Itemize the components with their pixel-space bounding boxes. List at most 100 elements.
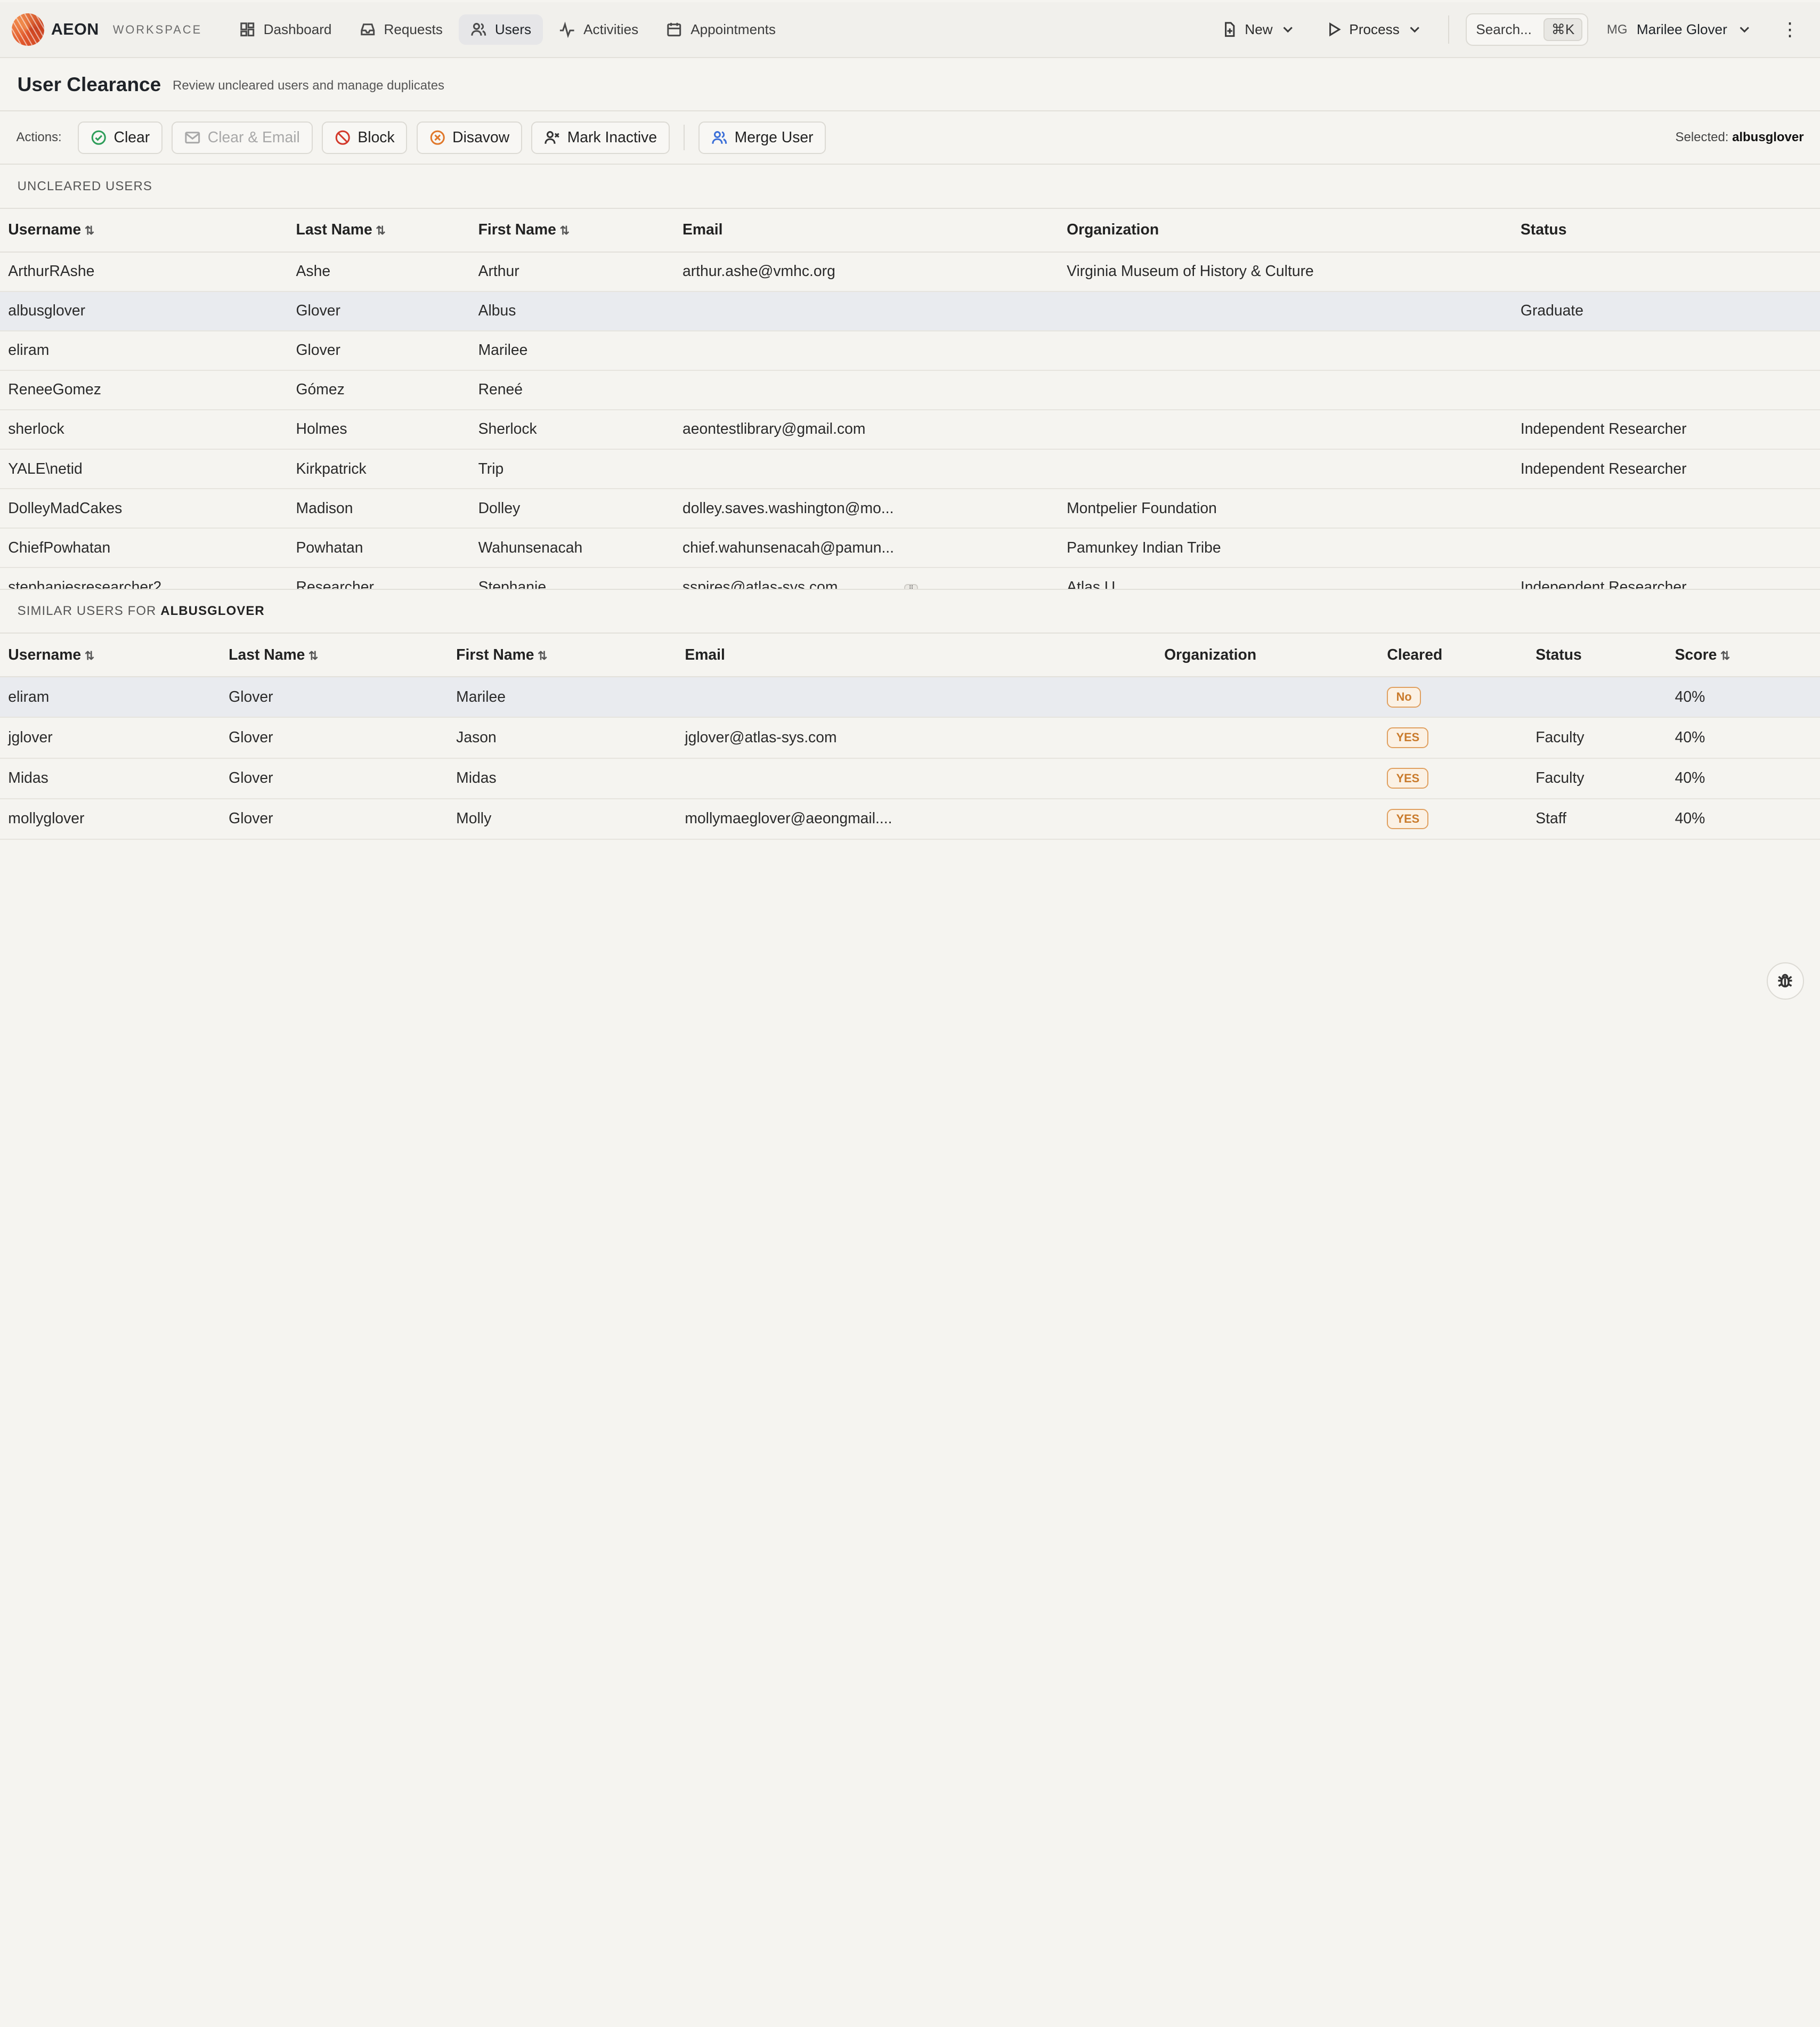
cell-organization: Montpelier Foundation (1058, 489, 1513, 529)
activity-icon (560, 21, 574, 38)
cell-username: mollyglover (0, 798, 221, 840)
table-row[interactable]: ChiefPowhatan Powhatan Wahunsenacah chief.w… (0, 528, 1820, 569)
cell-username: eliram (0, 330, 288, 371)
top-bar: AEON WORKSPACE Dashboard Requests Users … (0, 2, 1820, 58)
disavow-button[interactable]: Disavow (416, 121, 522, 154)
cell-username: sherlock (0, 409, 288, 450)
nav-appointments[interactable]: Appointments (655, 14, 787, 45)
search-input[interactable]: Search... ⌘K (1465, 13, 1589, 46)
new-button-label: New (1245, 21, 1273, 38)
cell-status: Staff (1527, 798, 1667, 840)
clear-button[interactable]: Clear (78, 121, 162, 154)
table-row[interactable]: eliram Glover Marilee (0, 330, 1820, 371)
sort-icon: ⇅ (84, 224, 94, 238)
cell-email (677, 677, 1156, 718)
uncleared-users-table: Username ⇅ Last Name ⇅ First Name ⇅ Email O… (0, 209, 1820, 589)
table-row[interactable]: ReneeGomez Gómez Reneé (0, 370, 1820, 410)
actions-bar: Actions: Clear Clear & Email Block Disav… (0, 111, 1820, 165)
nav-dashboard[interactable]: Dashboard (228, 14, 343, 45)
column-header-score[interactable]: Score ⇅ (1667, 634, 1820, 678)
more-vertical-icon[interactable]: ⋮ (1772, 19, 1809, 40)
table-row[interactable]: eliram Glover Marilee No 40% (0, 677, 1820, 718)
merge-user-button[interactable]: Merge User (698, 121, 826, 154)
column-header-first-name[interactable]: First Name ⇅ (448, 634, 677, 678)
bug-report-button[interactable] (1766, 962, 1804, 1000)
nav-activities[interactable]: Activities (548, 14, 650, 45)
column-header-last-name[interactable]: Last Name ⇅ (220, 634, 448, 678)
selected-indicator: Selected: albusglover (1676, 130, 1804, 145)
chevron-down-icon (1410, 27, 1419, 33)
selected-value: albusglover (1732, 130, 1804, 145)
uncleared-table-container[interactable]: Username ⇅ Last Name ⇅ First Name ⇅ Email O… (0, 209, 1820, 590)
nav-activities-label: Activities (583, 21, 639, 38)
sort-icon: ⇅ (84, 648, 94, 662)
cell-status: Independent Researcher (1512, 567, 1820, 589)
table-row[interactable]: ArthurRAshe Ashe Arthur arthur.ashe@vmhc.or… (0, 252, 1820, 292)
divider (1448, 15, 1450, 44)
actions-label: Actions: (16, 130, 62, 145)
cell-status: Independent Researcher (1512, 449, 1820, 490)
table-row[interactable]: YALE\netid Kirkpatrick Trip Independent Res… (0, 449, 1820, 490)
cell-username: DolleyMadCakes (0, 489, 288, 529)
column-header-username[interactable]: Username ⇅ (0, 209, 288, 253)
sort-icon: ⇅ (538, 648, 548, 662)
cell-email (674, 330, 1059, 371)
cell-email: chief.wahunsenacah@pamun... (674, 528, 1059, 569)
cell-last-name: Glover (220, 798, 448, 840)
cell-first-name: Dolley (470, 489, 675, 529)
nav-users[interactable]: Users (459, 14, 543, 45)
divider (683, 125, 685, 151)
nav-requests[interactable]: Requests (348, 14, 454, 45)
cell-organization (1156, 798, 1379, 840)
cell-status (1512, 370, 1820, 410)
clear-email-button[interactable]: Clear & Email (172, 121, 313, 154)
column-header-email: Email (677, 634, 1156, 678)
brand[interactable]: AEON WORKSPACE (11, 13, 202, 46)
table-row[interactable]: sherlock Holmes Sherlock aeontestlibrary@gm… (0, 409, 1820, 450)
cell-score: 40% (1667, 677, 1820, 718)
cleared-badge: YES (1387, 727, 1429, 748)
column-header-last-name[interactable]: Last Name ⇅ (288, 209, 470, 253)
cell-last-name: Gómez (288, 370, 470, 410)
user-menu[interactable]: MG Marilee Glover (1600, 21, 1760, 38)
mark-inactive-button[interactable]: Mark Inactive (531, 121, 670, 154)
cell-first-name: Molly (448, 798, 677, 840)
cell-status: Faculty (1527, 717, 1667, 759)
column-header-username[interactable]: Username ⇅ (0, 634, 221, 678)
cell-email (674, 449, 1059, 490)
search-shortcut: ⌘K (1543, 18, 1583, 42)
cell-first-name: Wahunsenacah (470, 528, 675, 569)
cell-email: arthur.ashe@vmhc.org (674, 252, 1059, 292)
cell-score: 40% (1667, 717, 1820, 759)
process-button[interactable]: Process (1317, 14, 1432, 45)
check-circle-icon (91, 130, 106, 145)
cell-email: mollymaeglover@aeongmail.... (677, 798, 1156, 840)
cell-email: sspires@atlas-sys.com (674, 567, 1059, 589)
cell-email (677, 758, 1156, 799)
ban-icon (335, 130, 350, 145)
table-row[interactable]: jglover Glover Jason jglover@atlas-sys.com Y… (0, 717, 1820, 759)
cell-status (1512, 252, 1820, 292)
block-button[interactable]: Block (322, 121, 408, 154)
table-row[interactable]: albusglover Glover Albus Graduate (0, 291, 1820, 331)
table-row[interactable]: DolleyMadCakes Madison Dolley dolley.saves.… (0, 489, 1820, 529)
sort-icon: ⇅ (308, 648, 319, 662)
nav-dashboard-label: Dashboard (263, 21, 332, 38)
table-row[interactable]: Midas Glover Midas YES Faculty 40% (0, 758, 1820, 799)
block-button-label: Block (358, 128, 395, 146)
cell-first-name: Stephanie (470, 567, 675, 589)
column-header-first-name[interactable]: First Name ⇅ (470, 209, 675, 253)
dashboard-icon (240, 22, 255, 37)
cell-organization: Virginia Museum of History & Culture (1058, 252, 1513, 292)
calendar-icon (667, 23, 681, 37)
table-row[interactable]: mollyglover Glover Molly mollymaeglover@aeo… (0, 798, 1820, 840)
uncleared-section-title: UNCLEARED USERS (17, 179, 152, 193)
cell-username: ChiefPowhatan (0, 528, 288, 569)
main-nav: Dashboard Requests Users Activities Appo… (228, 14, 787, 45)
new-button[interactable]: New (1212, 14, 1305, 45)
cell-last-name: Glover (288, 330, 470, 371)
cell-status (1512, 330, 1820, 371)
new-document-icon (1224, 22, 1235, 37)
cell-first-name: Reneé (470, 370, 675, 410)
cell-organization (1156, 758, 1379, 799)
